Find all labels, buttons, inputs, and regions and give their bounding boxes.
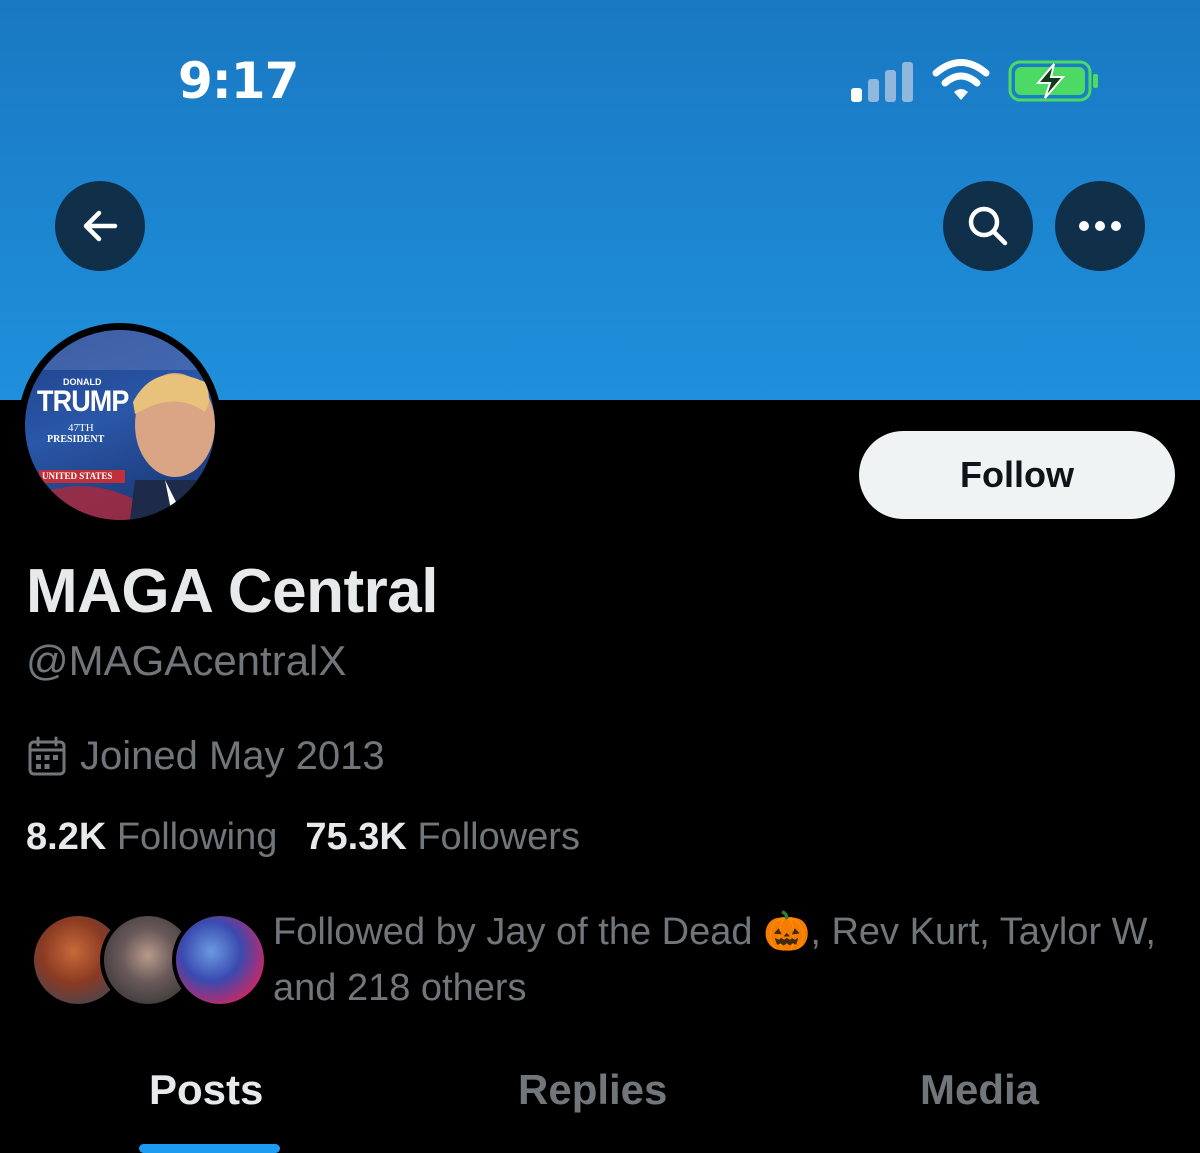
back-button[interactable] — [55, 181, 145, 271]
more-button[interactable] — [1055, 181, 1145, 271]
following-count: 8.2K — [26, 816, 107, 858]
more-horizontal-icon — [1079, 221, 1121, 231]
profile-handle: @MAGAcentralX — [26, 637, 347, 684]
avatar-artwork — [25, 330, 215, 520]
status-time: 9:17 — [178, 52, 299, 110]
avatar-image: DONALD TRUMP 47TH PRESIDENT UNITED STATE… — [25, 330, 215, 520]
follow-button[interactable]: Follow — [859, 431, 1175, 519]
arrow-left-icon — [83, 210, 118, 242]
cellular-signal-icon — [851, 62, 913, 102]
profile-display-name: MAGA Central — [26, 557, 438, 626]
followed-by-text[interactable]: Followed by Jay of the Dead 🎃, Rev Kurt,… — [273, 904, 1173, 1016]
avatar-text-united-states: UNITED STATES — [42, 471, 113, 481]
followers-link[interactable]: 75.3K Followers — [305, 816, 580, 859]
avatar-text-47th: 47TH — [68, 422, 94, 434]
tab-posts[interactable]: Posts — [149, 1066, 263, 1114]
calendar-icon — [28, 736, 66, 775]
joined-date: Joined May 2013 — [26, 734, 385, 779]
followers-label: Followers — [417, 816, 580, 858]
followers-count: 75.3K — [305, 816, 407, 858]
search-button[interactable] — [943, 181, 1033, 271]
following-link[interactable]: 8.2K Following — [26, 816, 277, 859]
wifi-icon — [932, 59, 990, 100]
active-tab-indicator — [139, 1144, 280, 1153]
profile-avatar[interactable]: DONALD TRUMP 47TH PRESIDENT UNITED STATE… — [18, 323, 222, 527]
avatar-text-president: PRESIDENT — [47, 434, 105, 445]
tab-media[interactable]: Media — [920, 1066, 1039, 1114]
followed-by-avatars[interactable] — [30, 912, 268, 1012]
avatar-text-trump: TRUMP — [37, 385, 129, 418]
following-label: Following — [116, 816, 278, 858]
follower-avatar — [172, 912, 268, 1008]
search-icon — [968, 206, 1008, 246]
tab-replies[interactable]: Replies — [518, 1066, 667, 1114]
follow-stats: 8.2K Following 75.3K Followers — [26, 816, 580, 859]
battery-charging-icon — [1008, 60, 1098, 102]
joined-text: Joined May 2013 — [80, 734, 385, 778]
